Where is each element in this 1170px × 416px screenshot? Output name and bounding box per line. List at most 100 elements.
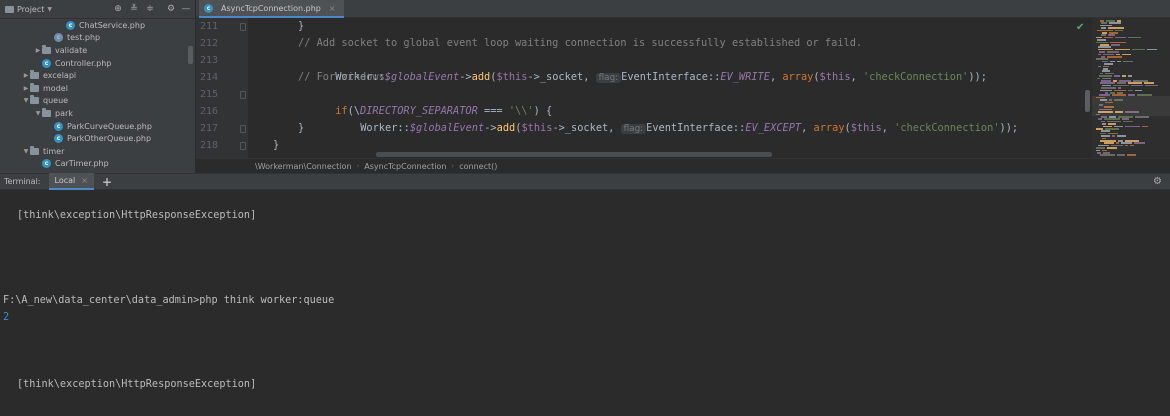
editor-vertical-scrollbar[interactable] (1085, 90, 1090, 112)
tab-asynctcpconnection[interactable]: c AsyncTcpConnection.php × (199, 0, 344, 18)
breadcrumb-namespace[interactable]: \Workerman\Connection (250, 162, 356, 171)
chevron-right-icon[interactable]: ▶ (22, 85, 30, 92)
collapse-all-icon[interactable]: ≚ (128, 3, 140, 15)
minimap-line (1117, 135, 1126, 137)
minimap-line (1101, 87, 1116, 89)
code-line-211: } (298, 20, 305, 32)
code-token: $this (850, 122, 882, 134)
gear-icon[interactable]: ⚙ (165, 3, 177, 15)
minimap-line (1109, 32, 1118, 34)
expand-all-icon[interactable]: ≑ (144, 3, 156, 15)
minimap-line (1135, 89, 1142, 92)
minimap-viewport[interactable] (1092, 96, 1170, 116)
close-icon[interactable]: × (81, 176, 88, 185)
project-scrollbar[interactable] (188, 46, 193, 64)
minimap-line (1144, 82, 1154, 84)
chevron-right-icon[interactable]: ▶ (22, 72, 30, 79)
terminal-output[interactable]: [think\exception\HttpResponseException] … (0, 190, 1170, 416)
breadcrumb-method[interactable]: connect() (454, 162, 502, 171)
new-terminal-tab-button[interactable]: + (102, 176, 112, 188)
minimap-line (1105, 128, 1119, 130)
code-line-214: // For windows. (298, 71, 391, 83)
tree-item[interactable]: c ChatService.php (0, 19, 195, 32)
line-number: 212 (199, 38, 218, 49)
tab-terminal-local[interactable]: Local × (48, 173, 94, 190)
tree-item[interactable]: c ParkOtherQueue.php (0, 132, 195, 145)
close-icon[interactable]: × (329, 4, 336, 13)
folder-icon (42, 107, 51, 117)
minimap-line (1102, 149, 1107, 152)
tree-item[interactable]: ▶ validate (0, 44, 195, 57)
tree-item-label: ParkOtherQueue.php (67, 134, 152, 144)
minimap-line (1101, 34, 1106, 36)
tree-item[interactable]: c CarTimer.php (0, 158, 195, 171)
minimap-line (1100, 44, 1109, 46)
breadcrumb: \Workerman\Connection › AsyncTcpConnecti… (196, 158, 1170, 173)
tree-item[interactable]: ▼ queue (0, 95, 195, 108)
minimap-line (1107, 56, 1122, 58)
minimap-line (1128, 75, 1132, 77)
fold-marker-icon[interactable] (240, 23, 246, 31)
minimap-line (1096, 149, 1100, 152)
tree-item[interactable]: c Controller.php (0, 57, 195, 70)
tree-item[interactable]: ▶ excelapi (0, 69, 195, 82)
chevron-down-icon[interactable]: ▼ (34, 110, 42, 117)
tab-label: AsyncTcpConnection.php (221, 3, 321, 13)
php-file-icon: c (66, 20, 75, 30)
minimap-line (1114, 125, 1123, 128)
tree-item[interactable]: ▼ park (0, 107, 195, 120)
minimap-line (1100, 89, 1112, 92)
inspection-ok-icon[interactable]: ✔ (1076, 22, 1084, 33)
tree-item[interactable]: ▼ timer (0, 145, 195, 158)
gear-icon[interactable]: ⚙ (1153, 176, 1162, 187)
fold-marker-icon[interactable] (240, 91, 246, 99)
code-line-215: if(\DIRECTORY_SEPARATOR === '\\') { (298, 86, 552, 117)
minimap-line (1105, 72, 1114, 75)
tree-item[interactable]: ▶ model (0, 82, 195, 95)
minimap-line (1115, 29, 1123, 32)
minimap-line (1110, 60, 1115, 63)
tree-item-label: ParkCurveQueue.php (67, 121, 152, 131)
minimap-line (1131, 84, 1143, 87)
breadcrumb-class[interactable]: AsyncTcpConnection (359, 162, 451, 171)
code-token: add (471, 71, 491, 83)
code-token: EV_WRITE (720, 71, 770, 83)
terminal-line: [think\exception\HttpResponseException] (17, 379, 257, 390)
code-minimap[interactable] (1092, 18, 1170, 158)
minimap-line (1098, 53, 1101, 56)
tree-item-label: queue (43, 96, 69, 106)
code-area[interactable]: } // Add socket to global event loop wai… (248, 18, 1088, 158)
minimap-line (1100, 20, 1104, 22)
project-view-selector[interactable]: Project ▼ (5, 5, 52, 14)
minimap-line (1100, 24, 1112, 27)
minimap-line (1103, 68, 1108, 70)
minimap-line (1100, 140, 1116, 142)
fold-marker-icon[interactable] (240, 125, 246, 133)
minimap-line (1096, 128, 1103, 130)
minimap-line (1097, 29, 1113, 32)
fold-marker-icon[interactable] (240, 142, 246, 150)
minimap-line (1117, 82, 1126, 84)
code-token: , (769, 71, 777, 83)
chevron-right-icon[interactable]: ▶ (34, 47, 42, 54)
minimap-line (1102, 77, 1111, 80)
tree-item[interactable]: c test.php (0, 32, 195, 45)
chevron-down-icon[interactable]: ▼ (22, 97, 30, 104)
minimap-line (1098, 144, 1109, 147)
minimize-icon[interactable]: — (180, 3, 192, 15)
locate-file-icon[interactable]: ⊕ (112, 3, 124, 15)
parameter-hint: flag: (620, 124, 647, 134)
chevron-down-icon[interactable]: ▼ (22, 148, 30, 155)
code-line-216: Worker::$globalEvent->add($this->_socket… (323, 103, 1018, 134)
minimap-line (1098, 65, 1101, 68)
folder-icon (30, 95, 39, 105)
code-token: )); (999, 122, 1019, 134)
folder-icon (42, 44, 51, 54)
editor-horizontal-scrollbar[interactable] (376, 152, 772, 157)
minimap-line (1117, 92, 1123, 94)
terminal-title: Terminal: (4, 177, 41, 186)
code-token: , (881, 122, 888, 134)
editor-tab-bar: c AsyncTcpConnection.php × (196, 0, 1170, 18)
tree-item[interactable]: c ParkCurveQueue.php (0, 120, 195, 133)
tree-item-label: test.php (67, 33, 101, 43)
